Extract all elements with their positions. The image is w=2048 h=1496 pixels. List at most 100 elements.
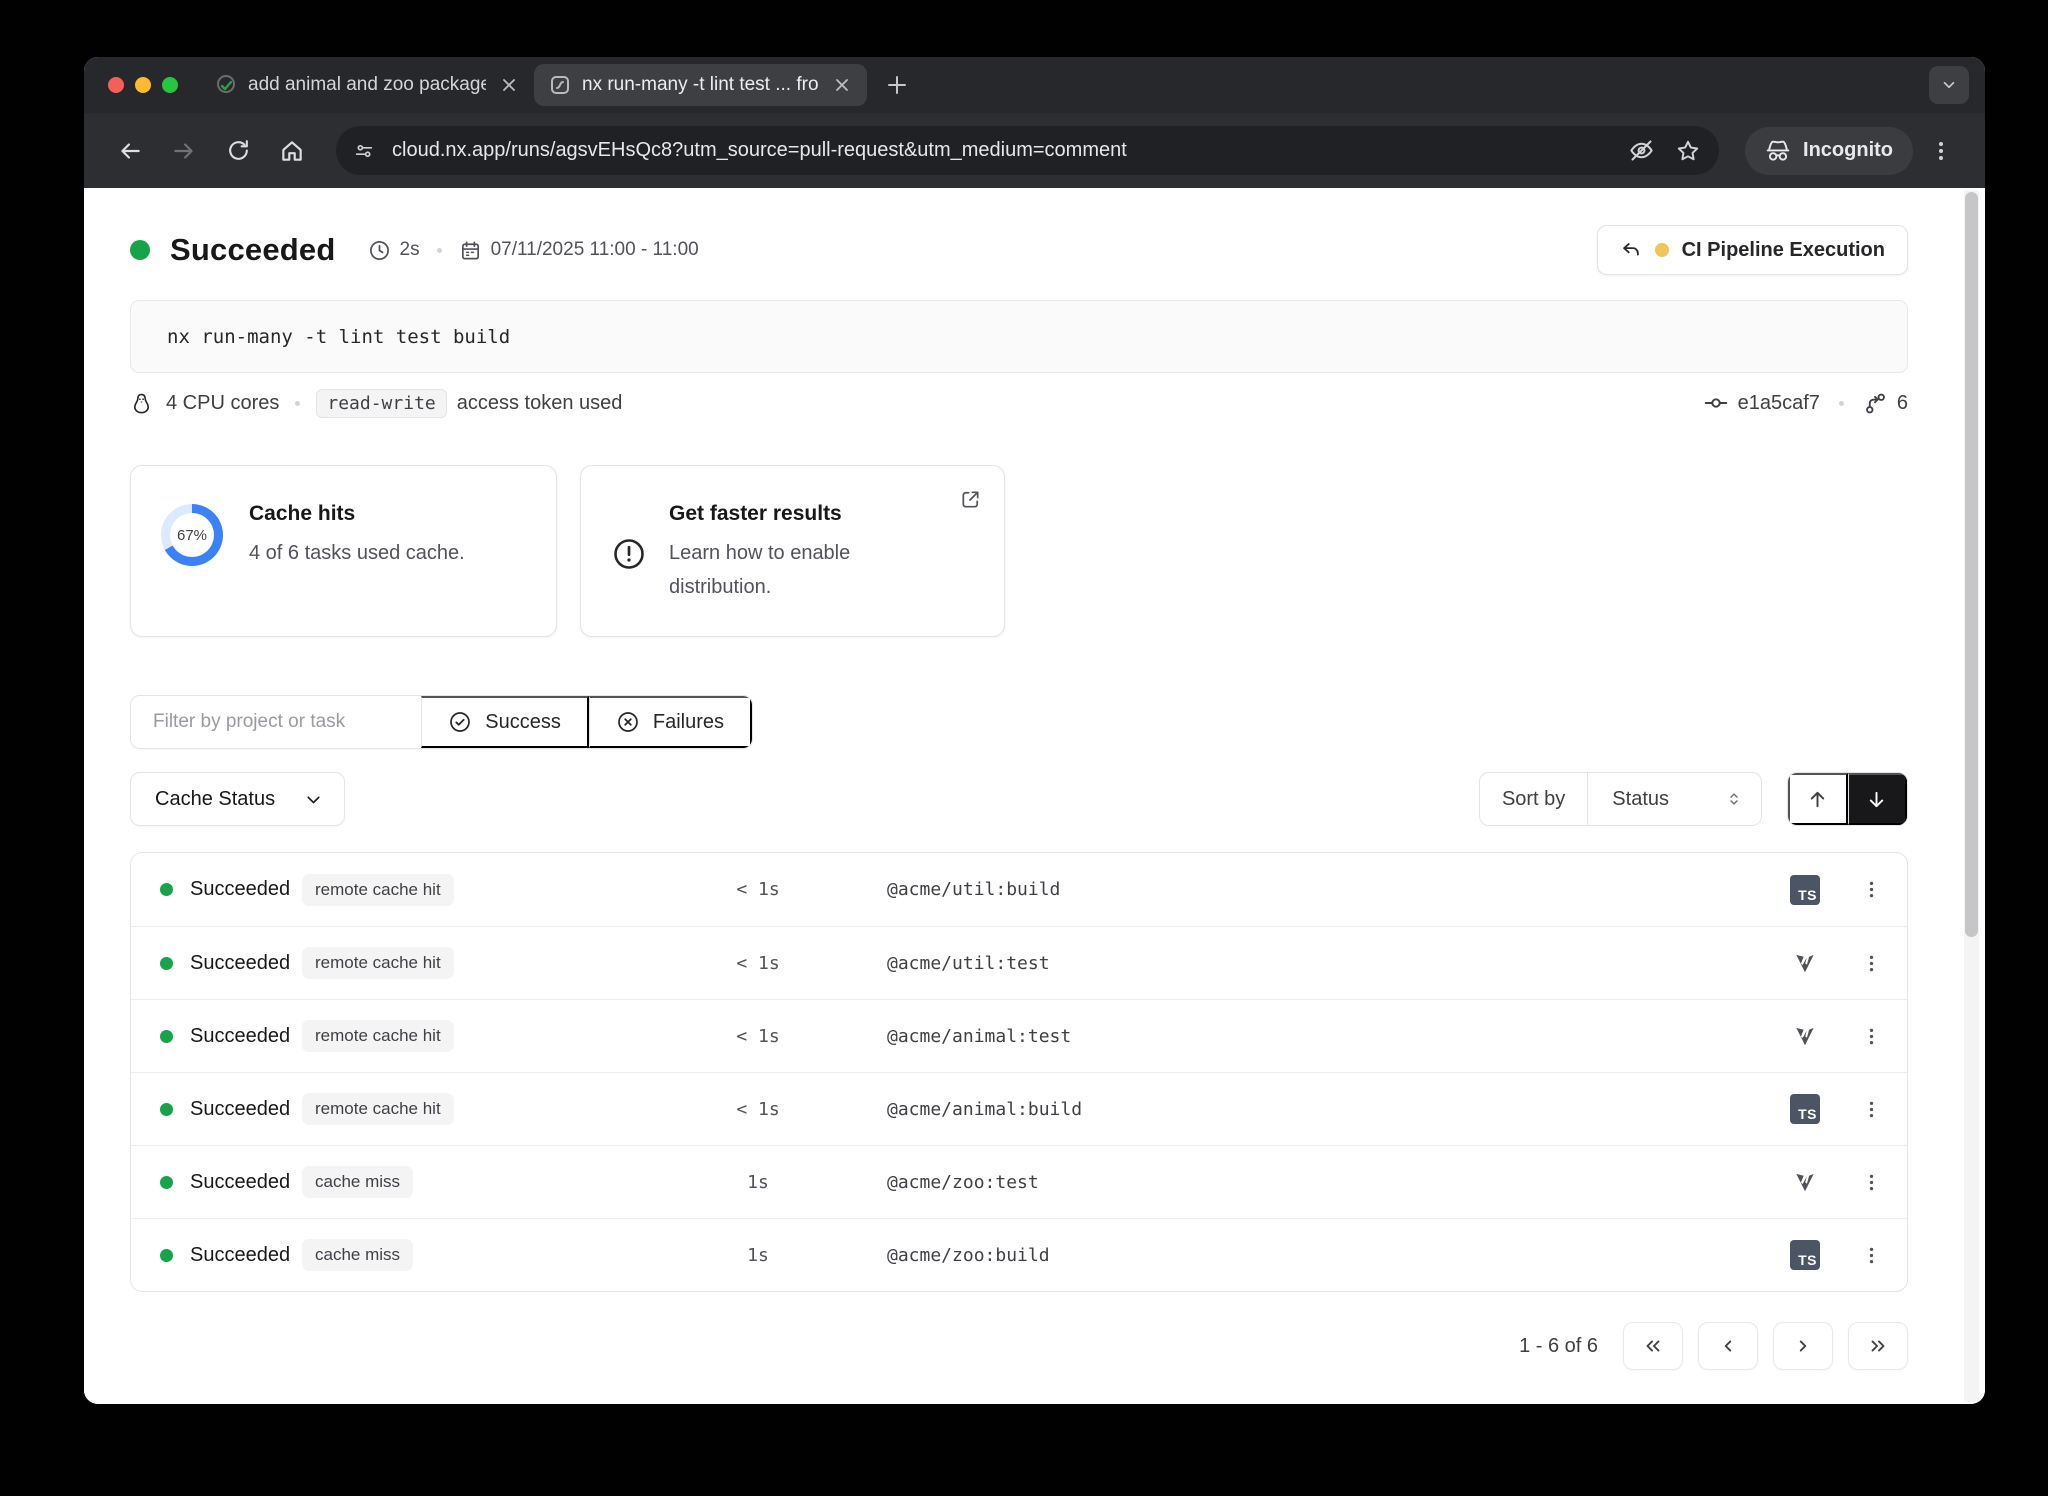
tab-title: add animal and zoo packages bbox=[248, 74, 486, 96]
tab-pull-request[interactable]: add animal and zoo packages bbox=[200, 64, 534, 106]
task-status-label: Succeeded bbox=[190, 1244, 302, 1267]
task-duration: 1s bbox=[688, 1245, 828, 1266]
task-status-label: Succeeded bbox=[190, 1171, 302, 1194]
minimize-window-button[interactable] bbox=[135, 77, 151, 93]
calendar-icon bbox=[459, 239, 482, 262]
browser-menu-icon[interactable] bbox=[1919, 129, 1963, 173]
new-tab-button[interactable] bbox=[877, 65, 917, 105]
sort-descending-button[interactable] bbox=[1848, 773, 1908, 825]
typescript-icon: TS bbox=[1790, 1094, 1820, 1124]
tab-close-icon[interactable] bbox=[829, 72, 855, 98]
tab-nx-run[interactable]: nx run-many -t lint test ... fro bbox=[534, 64, 867, 106]
typescript-icon: TS bbox=[1790, 1240, 1820, 1270]
table-row[interactable]: Succeeded remote cache hit < 1s @acme/an… bbox=[131, 999, 1907, 1072]
task-name[interactable]: @acme/animal:build bbox=[887, 1099, 1082, 1120]
task-status-label: Succeeded bbox=[190, 952, 302, 975]
task-name[interactable]: @acme/util:build bbox=[887, 879, 1060, 900]
tab-search-chevron-button[interactable] bbox=[1929, 66, 1969, 104]
tool-icon: TS bbox=[1789, 1239, 1821, 1271]
distribution-card[interactable]: Get faster results Learn how to enable d… bbox=[580, 465, 1005, 637]
tab-close-icon[interactable] bbox=[496, 72, 522, 98]
pagination-range: 1 - 6 of 6 bbox=[1519, 1335, 1598, 1358]
next-page-button[interactable] bbox=[1773, 1322, 1833, 1370]
tool-icon: TS bbox=[1789, 1020, 1821, 1052]
row-menu-icon[interactable] bbox=[1853, 1018, 1889, 1054]
nx-cloud-favicon bbox=[548, 73, 572, 97]
address-bar[interactable]: cloud.nx.app/runs/agsvEHsQc8?utm_source=… bbox=[336, 126, 1719, 175]
password-eye-off-icon[interactable] bbox=[1628, 137, 1655, 164]
table-row[interactable]: Succeeded cache miss 1s @acme/zoo:build … bbox=[131, 1218, 1907, 1291]
sort-ascending-button[interactable] bbox=[1788, 773, 1848, 825]
row-menu-icon[interactable] bbox=[1853, 1164, 1889, 1200]
task-name[interactable]: @acme/animal:test bbox=[887, 1026, 1071, 1047]
home-icon[interactable] bbox=[268, 127, 316, 175]
task-status-dot bbox=[160, 1249, 173, 1262]
forward-icon[interactable] bbox=[160, 127, 208, 175]
table-row[interactable]: Succeeded remote cache hit < 1s @acme/ut… bbox=[131, 853, 1907, 926]
task-status-label: Succeeded bbox=[190, 1025, 302, 1048]
cache-donut-chart: 67% bbox=[161, 504, 223, 566]
success-filter-button[interactable]: Success bbox=[421, 696, 589, 748]
ci-pipeline-execution-button[interactable]: CI Pipeline Execution bbox=[1597, 225, 1908, 275]
row-menu-icon[interactable] bbox=[1853, 872, 1889, 908]
commit-sha[interactable]: e1a5caf7 bbox=[1738, 392, 1820, 415]
scrollbar-track[interactable] bbox=[1964, 190, 1979, 1402]
scrollbar-thumb[interactable] bbox=[1965, 192, 1978, 937]
filter-input[interactable] bbox=[131, 696, 421, 748]
row-menu-icon[interactable] bbox=[1853, 1091, 1889, 1127]
sort-field-select[interactable]: Status bbox=[1587, 773, 1761, 825]
branch-count[interactable]: 6 bbox=[1897, 392, 1908, 415]
row-menu-icon[interactable] bbox=[1853, 1237, 1889, 1273]
task-name[interactable]: @acme/zoo:build bbox=[887, 1245, 1050, 1266]
failures-filter-button[interactable]: Failures bbox=[589, 696, 752, 748]
return-arrow-icon bbox=[1620, 239, 1642, 261]
cache-card-title: Cache hits bbox=[249, 502, 465, 526]
pr-check-favicon bbox=[214, 73, 238, 97]
cache-status-badge: cache miss bbox=[302, 1239, 413, 1271]
first-page-button[interactable] bbox=[1623, 1322, 1683, 1370]
run-duration: 2s bbox=[400, 239, 420, 261]
back-icon[interactable] bbox=[106, 127, 154, 175]
task-name[interactable]: @acme/zoo:test bbox=[887, 1172, 1039, 1193]
pagination: 1 - 6 of 6 bbox=[1519, 1322, 1908, 1370]
vitest-icon bbox=[1792, 1169, 1818, 1195]
task-status-dot bbox=[160, 1030, 173, 1043]
bookmark-star-icon[interactable] bbox=[1675, 138, 1701, 164]
separator-dot bbox=[295, 401, 300, 406]
previous-page-button[interactable] bbox=[1698, 1322, 1758, 1370]
access-token-badge: read-write bbox=[316, 389, 446, 418]
table-row[interactable]: Succeeded remote cache hit < 1s @acme/ut… bbox=[131, 926, 1907, 999]
page-content: Succeeded 2s 07/11/2025 11:00 - 11:00 CI… bbox=[84, 188, 1985, 1404]
access-token-suffix: access token used bbox=[457, 392, 623, 415]
cache-status-dropdown[interactable]: Cache Status bbox=[130, 772, 345, 826]
run-header: Succeeded 2s 07/11/2025 11:00 - 11:00 CI… bbox=[130, 222, 1908, 278]
clock-icon bbox=[368, 239, 391, 262]
maximize-window-button[interactable] bbox=[162, 77, 178, 93]
distribution-line1: Learn how to enable bbox=[669, 542, 850, 564]
page-title: Succeeded bbox=[170, 232, 336, 268]
alert-circle-icon bbox=[611, 536, 647, 600]
task-name[interactable]: @acme/util:test bbox=[887, 953, 1050, 974]
linux-penguin-icon bbox=[130, 392, 153, 415]
run-status-dot bbox=[130, 240, 150, 260]
commit-icon bbox=[1703, 390, 1729, 416]
close-window-button[interactable] bbox=[108, 77, 124, 93]
sort-chevrons-icon bbox=[1725, 790, 1743, 808]
site-settings-icon[interactable] bbox=[346, 133, 382, 169]
task-duration: < 1s bbox=[688, 1099, 828, 1120]
task-status-label: Succeeded bbox=[190, 878, 302, 901]
reload-icon[interactable] bbox=[214, 127, 262, 175]
task-table: Succeeded remote cache hit < 1s @acme/ut… bbox=[130, 852, 1908, 1292]
sort-group: Sort by Status bbox=[1479, 772, 1762, 826]
table-row[interactable]: Succeeded remote cache hit < 1s @acme/an… bbox=[131, 1072, 1907, 1145]
command-box: nx run-many -t lint test build bbox=[130, 300, 1908, 373]
task-duration: 1s bbox=[688, 1172, 828, 1193]
cache-status-badge: remote cache hit bbox=[302, 1020, 454, 1052]
task-duration: < 1s bbox=[688, 953, 828, 974]
task-status-dot bbox=[160, 1103, 173, 1116]
last-page-button[interactable] bbox=[1848, 1322, 1908, 1370]
vitest-icon bbox=[1792, 1023, 1818, 1049]
external-link-icon[interactable] bbox=[959, 488, 982, 511]
table-row[interactable]: Succeeded cache miss 1s @acme/zoo:test T… bbox=[131, 1145, 1907, 1218]
row-menu-icon[interactable] bbox=[1853, 945, 1889, 981]
